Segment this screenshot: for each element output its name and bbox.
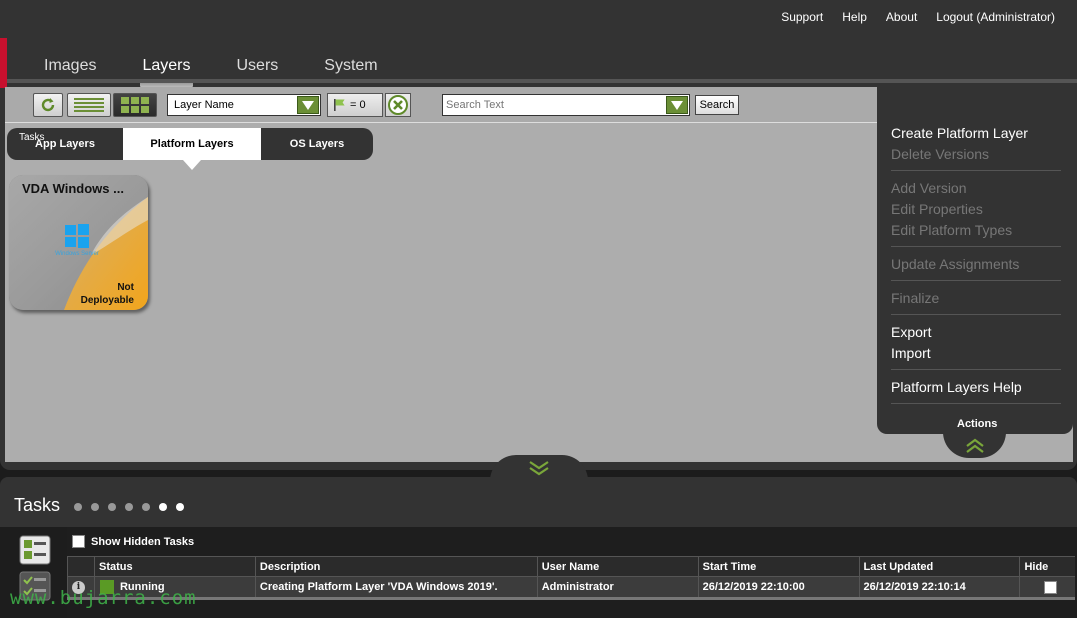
tab-os-layers[interactable]: OS Layers [261,128,373,160]
table-row[interactable]: i Running Creating Platform Layer 'VDA W… [67,576,1075,600]
grid-view-icon [121,97,149,113]
support-link[interactable]: Support [781,10,823,24]
page-dot-active[interactable] [159,503,167,511]
actions-group-transfer: Export Import [891,322,1061,364]
layer-status-line2: Deployable [80,295,134,306]
help-link[interactable]: Help [842,10,867,24]
top-links: Support Help About Logout (Administrator… [781,10,1055,24]
edit-platform-types-action[interactable]: Edit Platform Types [891,220,1061,241]
sort-field-value: Layer Name [174,99,234,111]
about-link[interactable]: About [886,10,917,24]
add-version-action[interactable]: Add Version [891,178,1061,199]
tasks-body: Show Hidden Tasks Status Description Use… [67,527,1077,618]
task-last-updated: 26/12/2019 22:10:14 [858,576,1020,600]
show-hidden-tasks-label: Show Hidden Tasks [91,535,195,548]
create-platform-layer-action[interactable]: Create Platform Layer [891,123,1061,144]
search-box [442,94,690,116]
layer-status-line1: Not [117,282,134,293]
tasks-sidebar-label: Tasks [19,132,45,143]
finalize-action[interactable]: Finalize [891,288,1061,309]
task-list-icon[interactable] [19,535,51,565]
clear-icon [388,95,408,115]
layer-tile[interactable]: VDA Windows ... Windows Server Not Deplo… [9,175,148,310]
show-hidden-tasks-checkbox[interactable] [72,535,85,548]
toolbar: Layer Name = 0 Search [5,87,877,123]
actions-divider [891,314,1061,315]
show-hidden-tasks-toggle[interactable]: Show Hidden Tasks [72,535,194,548]
accent-strip [0,38,7,88]
layer-tile-title: VDA Windows ... [22,181,124,196]
export-action[interactable]: Export [891,322,1061,343]
actions-divider [891,280,1061,281]
task-hide-cell [1019,576,1075,600]
column-header-status[interactable]: Status [93,556,256,577]
column-header-user-name[interactable]: User Name [536,556,699,577]
pagination-dots [74,503,184,511]
actions-group-help: Platform Layers Help [891,377,1061,398]
page-dot[interactable] [108,503,116,511]
update-assignments-action[interactable]: Update Assignments [891,254,1061,275]
page-dot[interactable] [91,503,99,511]
grid-view-button[interactable] [113,93,157,117]
search-dropdown-chevron-icon[interactable] [666,96,688,114]
page-dot-active[interactable] [176,503,184,511]
import-action[interactable]: Import [891,343,1061,364]
edit-properties-action[interactable]: Edit Properties [891,199,1061,220]
actions-group-create: Create Platform Layer Delete Versions [891,123,1061,165]
list-view-icon [74,98,104,112]
windows-logo-icon: Windows Server [47,223,107,257]
column-header-start-time[interactable]: Start Time [697,556,860,577]
tab-divider [7,79,1077,83]
refresh-icon [41,98,55,112]
actions-divider [891,403,1061,404]
sort-field-select[interactable]: Layer Name [167,94,321,116]
tasks-table: Status Description User Name Start Time … [67,556,1075,600]
layer-status: Not Deployable [64,281,134,307]
flag-icon [334,99,345,111]
column-header-info [67,556,95,577]
column-header-hide[interactable]: Hide [1019,556,1075,577]
table-header-row: Status Description User Name Start Time … [67,556,1075,577]
task-start-time: 26/12/2019 22:10:00 [697,576,860,600]
actions-divider [891,246,1061,247]
flag-count: = 0 [350,99,366,111]
column-header-description[interactable]: Description [254,556,538,577]
page-dot[interactable] [125,503,133,511]
tab-platform-layers[interactable]: Platform Layers [123,128,261,170]
list-view-button[interactable] [67,93,111,117]
chevron-down-icon[interactable] [297,96,319,114]
refresh-button[interactable] [33,93,63,117]
chevron-down-double-icon [529,461,549,476]
hide-task-checkbox[interactable] [1044,580,1058,594]
platform-layers-help-action[interactable]: Platform Layers Help [891,377,1061,398]
windows-server-label: Windows Server [55,251,99,257]
clear-filter-button[interactable] [385,93,411,117]
tasks-title: Tasks [14,495,61,515]
task-description: Creating Platform Layer 'VDA Windows 201… [254,576,538,600]
actions-divider [891,170,1061,171]
page-dot[interactable] [142,503,150,511]
search-button[interactable]: Search [695,95,739,115]
actions-divider [891,369,1061,370]
actions-group-assign: Update Assignments [891,254,1061,275]
actions-group-edit: Add Version Edit Properties Edit Platfor… [891,178,1061,241]
task-user: Administrator [536,576,699,600]
actions-group-finalize: Finalize [891,288,1061,309]
actions-label: Actions [957,418,998,430]
delete-versions-action[interactable]: Delete Versions [891,144,1061,165]
layer-type-tabs: App Layers Platform Layers OS Layers [7,128,373,170]
actions-panel: Create Platform Layer Delete Versions Ad… [877,87,1073,434]
flag-filter[interactable]: = 0 [327,93,383,117]
chevron-up-double-icon [965,438,984,453]
page-dot[interactable] [74,503,82,511]
watermark: www.bujarra.com [10,587,197,609]
search-input[interactable] [446,97,666,113]
logout-link[interactable]: Logout (Administrator) [936,10,1055,24]
column-header-last-updated[interactable]: Last Updated [858,556,1020,577]
